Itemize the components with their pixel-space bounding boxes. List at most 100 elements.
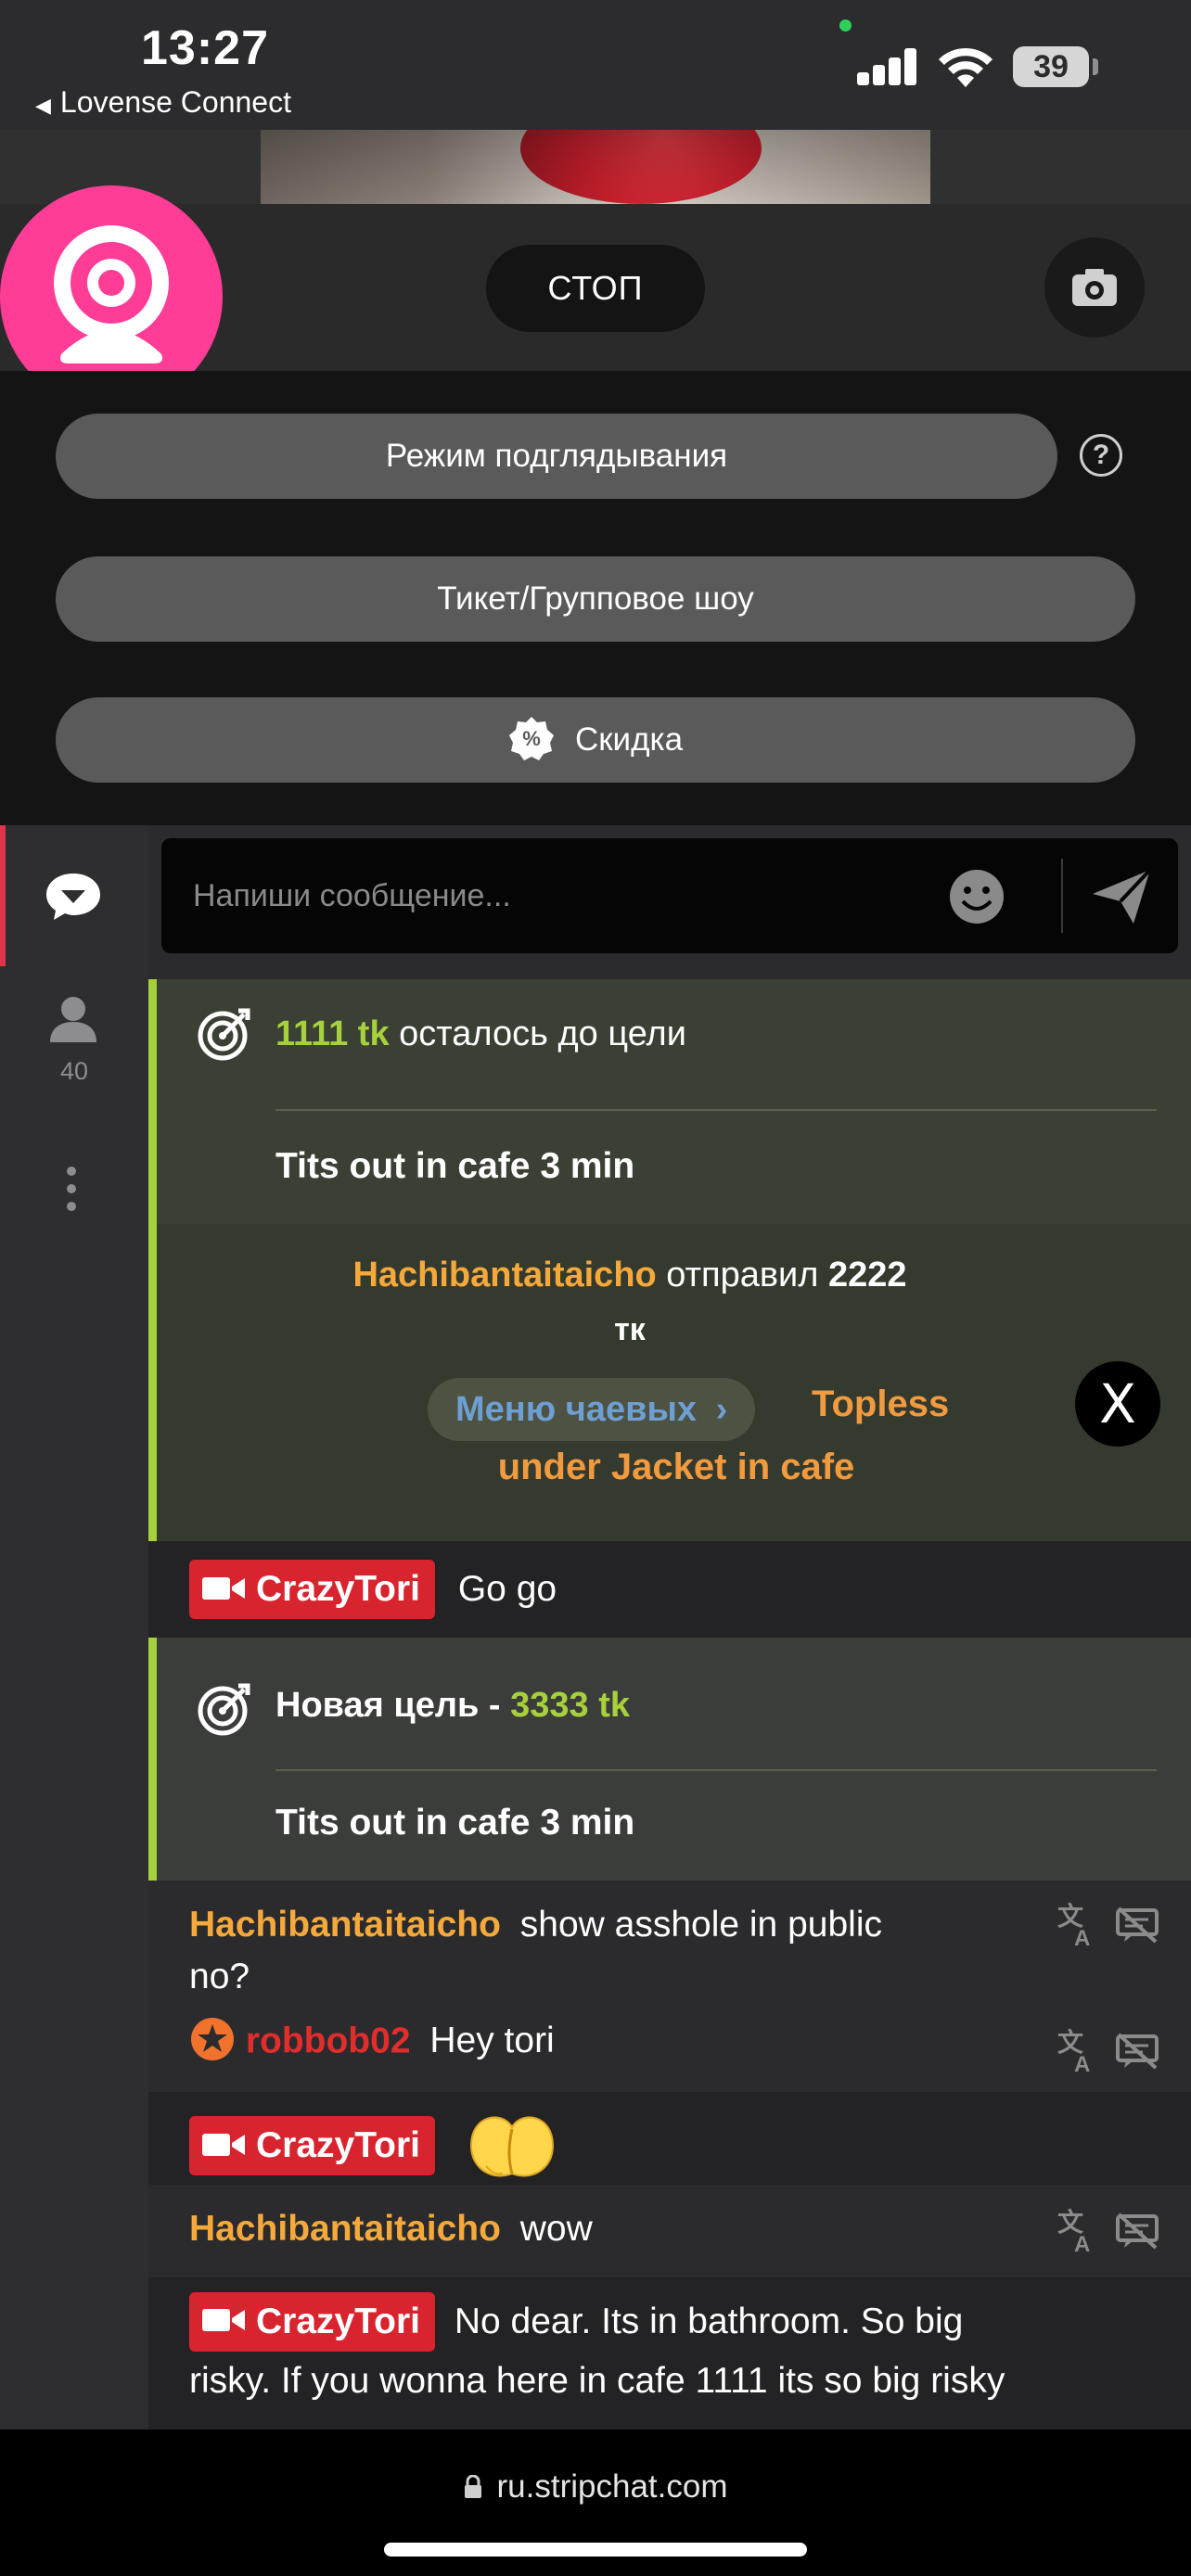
tip-menu-item: Topless [812, 1384, 950, 1424]
url-display[interactable]: ru.stripchat.com [0, 2468, 1191, 2506]
tip-username[interactable]: Hachibantaitaicho [352, 1256, 656, 1294]
message-text: No dear. Its in bathroom. So big [454, 2301, 964, 2341]
ticket-show-button[interactable]: Тикет/Групповое шоу [56, 556, 1135, 642]
new-goal-amount: 3333 tk [510, 1686, 631, 1725]
x-logo-icon[interactable]: X [1075, 1361, 1160, 1447]
cellular-signal-icon [857, 46, 918, 85]
url-text: ru.stripchat.com [496, 2468, 728, 2505]
users-count: 40 [59, 1057, 89, 1085]
message-text-continued: no? [189, 1957, 250, 1996]
model-name: CrazyTori [256, 2301, 420, 2341]
chat-message: Hachibantaitaicho show asshole in public… [148, 1881, 1191, 1999]
goal-card: 1111 tk осталось до цели Tits out in caf… [148, 979, 1191, 1224]
translate-icon[interactable]: 文A [1056, 2027, 1098, 2073]
home-indicator[interactable] [384, 2543, 807, 2557]
input-divider [1061, 859, 1063, 933]
chat-message: Hachibantaitaicho wow 文A [148, 2185, 1191, 2277]
goal-title: Tits out in cafe 3 min [275, 1803, 635, 1843]
send-icon[interactable] [1089, 864, 1154, 929]
goal-divider [275, 1769, 1157, 1771]
discount-button[interactable]: % Скидка [56, 697, 1135, 783]
svg-text:A: A [1074, 1926, 1090, 1947]
username[interactable]: robbob02 [246, 2021, 411, 2060]
message-tools: 文A [1056, 1901, 1159, 1947]
more-vertical-icon[interactable] [65, 1165, 78, 1213]
model-badge[interactable]: CrazyTori [189, 1560, 435, 1619]
emoji-icon[interactable] [948, 868, 1005, 925]
chat-message-input[interactable] [193, 838, 954, 953]
lock-icon [464, 2475, 481, 2498]
browser-address-bar[interactable]: ru.stripchat.com [0, 2429, 1191, 2576]
camera-rotate-icon[interactable] [1044, 237, 1145, 338]
message-tools: 文A [1056, 2027, 1159, 2073]
model-badge[interactable]: CrazyTori [189, 2116, 435, 2175]
model-badge[interactable]: CrazyTori [189, 2291, 435, 2352]
discount-label: Скидка [574, 721, 684, 758]
status-bar: 13:27 ◀ Lovense Connect 39 [0, 0, 1191, 130]
translate-icon[interactable]: 文A [1056, 2207, 1098, 2253]
svg-text:A: A [1074, 2232, 1090, 2253]
chat-message: robbob02 Hey tori 文A [148, 1999, 1191, 2092]
mute-user-icon[interactable] [1115, 1906, 1159, 1944]
new-goal-status: Новая цель - 3333 tk [275, 1686, 630, 1726]
clock: 13:27 [141, 21, 269, 75]
new-goal-prefix: Новая цель - [275, 1686, 511, 1725]
message-tools: 文A [1056, 2207, 1159, 2253]
chat-message: CrazyTori [148, 2092, 1191, 2185]
translate-icon[interactable]: 文A [1056, 1901, 1098, 1947]
user-icon[interactable] [48, 996, 98, 1042]
wifi-icon [939, 47, 992, 87]
peach-emoji-icon [469, 2116, 554, 2177]
tip-notification: Hachibantaitaicho отправил 2222 тк Меню … [148, 1224, 1191, 1541]
target-icon [198, 1008, 250, 1061]
tip-menu-item-continued: under Jacket in cafe [497, 1447, 855, 1487]
tip-menu-button[interactable]: Меню чаевых › [428, 1378, 756, 1441]
goal-remaining-amount: 1111 tk [275, 1014, 390, 1053]
help-icon[interactable]: ? [1080, 434, 1122, 477]
back-app-label: Lovense Connect [59, 85, 291, 119]
video-camera-icon [202, 2309, 245, 2332]
camera-in-use-indicator [839, 19, 852, 32]
chevron-right-icon: › [715, 1390, 728, 1429]
discount-badge-icon: % [508, 716, 554, 760]
star-badge-icon [191, 2018, 234, 2060]
message-text-continued: risky. If you wonna here in cafe 1111 it… [189, 2360, 1005, 2401]
goal-divider [275, 1109, 1157, 1111]
chat-bubble-icon[interactable] [45, 872, 102, 922]
username[interactable]: Hachibantaitaicho [189, 2209, 501, 2249]
battery-icon: 39 [1013, 46, 1089, 87]
goal-remaining-text: осталось до цели [389, 1014, 686, 1053]
goal-title: Tits out in cafe 3 min [275, 1146, 635, 1186]
chat-sidebar: 40 [0, 825, 148, 2429]
mute-user-icon[interactable] [1115, 2033, 1159, 2070]
battery-tip [1093, 58, 1098, 75]
svg-text:A: A [1074, 2052, 1090, 2073]
model-name: CrazyTori [256, 1569, 420, 1609]
mute-user-icon[interactable] [1115, 2213, 1159, 2250]
chat-panel: 1111 tk осталось до цели Tits out in caf… [148, 825, 1191, 2429]
username[interactable]: Hachibantaitaicho [189, 1905, 501, 1945]
goal-status: 1111 tk осталось до цели [275, 1014, 686, 1054]
tip-menu-label: Меню чаевых [455, 1390, 698, 1429]
chat-message: CrazyTori Go go [148, 1541, 1191, 1638]
video-camera-icon [202, 1576, 245, 1600]
video-preview[interactable] [261, 130, 930, 204]
tip-sent-text: отправил [656, 1256, 828, 1294]
chat-message: CrazyTori No dear. Its in bathroom. So b… [148, 2277, 1191, 2429]
back-to-app-link[interactable]: ◀ Lovense Connect [35, 85, 291, 120]
tip-text: Hachibantaitaicho отправил 2222 тк [268, 1248, 992, 1357]
video-camera-icon [202, 2133, 245, 2156]
peek-mode-button[interactable]: Режим подглядывания [56, 414, 1057, 499]
message-text: Hey tori [429, 2021, 555, 2061]
svg-text:%: % [522, 727, 541, 750]
chat-input-box [161, 838, 1178, 953]
model-name: CrazyTori [256, 2125, 420, 2165]
tip-unit: тк [614, 1312, 646, 1347]
stop-broadcast-button[interactable]: СТОП [486, 245, 705, 332]
active-tab-indicator [0, 825, 6, 966]
target-icon [198, 1683, 250, 1736]
message-text: show asshole in public [519, 1905, 882, 1945]
tip-amount: 2222 [828, 1256, 907, 1294]
new-goal-card: Новая цель - 3333 tk Tits out in cafe 3 … [148, 1638, 1191, 1881]
message-text: Go go [457, 1569, 557, 1609]
